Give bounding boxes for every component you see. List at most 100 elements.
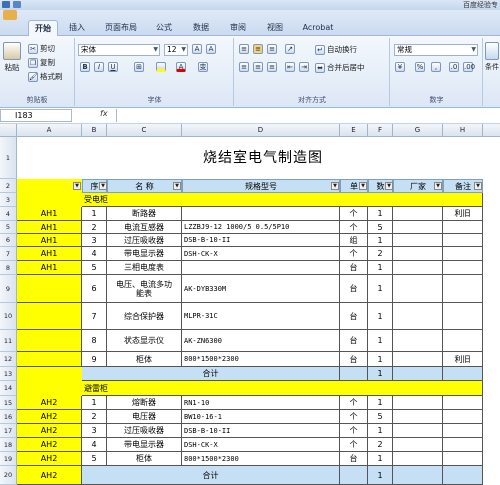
- phonetic-button[interactable]: 变: [198, 62, 208, 72]
- cell-vendor[interactable]: [393, 352, 443, 367]
- cell-note[interactable]: [443, 247, 483, 261]
- align-center-button[interactable]: ≡: [253, 62, 263, 72]
- cell-no[interactable]: 7: [82, 303, 107, 330]
- cell-unit[interactable]: 台: [340, 452, 368, 466]
- align-middle-button[interactable]: ≡: [253, 44, 263, 54]
- cell-vendor[interactable]: [393, 410, 443, 424]
- font-name-combo[interactable]: 宋体 ▼: [78, 44, 160, 56]
- cell-unit[interactable]: 台: [340, 352, 368, 367]
- bold-button[interactable]: B: [80, 62, 90, 72]
- select-all-corner[interactable]: [0, 124, 17, 137]
- row-header[interactable]: 12: [0, 352, 17, 367]
- cell-no[interactable]: 1: [82, 207, 107, 221]
- number-format-combo[interactable]: 常规 ▼: [394, 44, 478, 56]
- cell-name[interactable]: 带电显示器: [107, 247, 182, 261]
- filter-dropdown-icon[interactable]: ▼: [173, 182, 181, 190]
- cell-spec[interactable]: RN1-10: [182, 396, 340, 410]
- filter-dropdown-icon[interactable]: ▼: [99, 182, 107, 190]
- cell-spec[interactable]: DSH-CK-X: [182, 438, 340, 452]
- col-header-d[interactable]: D: [182, 124, 340, 137]
- tab-insert[interactable]: 插入: [64, 20, 90, 36]
- cell-cabinet-id[interactable]: AH2: [17, 466, 82, 485]
- cell-cabinet-id[interactable]: [17, 303, 82, 330]
- decrease-indent-button[interactable]: ⇤: [285, 62, 295, 72]
- col-header-f[interactable]: F: [368, 124, 393, 137]
- cell-qty[interactable]: 1: [368, 303, 393, 330]
- cell-name[interactable]: 带电显示器: [107, 438, 182, 452]
- row-header[interactable]: 19: [0, 452, 17, 466]
- cell-note[interactable]: [443, 452, 483, 466]
- cell-unit[interactable]: 个: [340, 247, 368, 261]
- cell-vendor[interactable]: [393, 424, 443, 438]
- save-icon[interactable]: [2, 1, 10, 8]
- currency-button[interactable]: ¥: [395, 62, 405, 72]
- subtotal-vendor-cell[interactable]: [393, 466, 443, 485]
- filter-dropdown-icon[interactable]: ▼: [474, 182, 482, 190]
- font-size-combo[interactable]: 12 ▼: [164, 44, 188, 56]
- tab-acrobat[interactable]: Acrobat: [298, 20, 338, 36]
- cell-no[interactable]: 8: [82, 330, 107, 352]
- cell-no[interactable]: 2: [82, 410, 107, 424]
- formula-input[interactable]: [116, 109, 500, 122]
- row-header[interactable]: 16: [0, 410, 17, 424]
- cell-no[interactable]: 5: [82, 452, 107, 466]
- col-header-b[interactable]: B: [82, 124, 107, 137]
- cell-unit[interactable]: 个: [340, 221, 368, 234]
- cell-no[interactable]: 3: [82, 424, 107, 438]
- shrink-font-button[interactable]: A: [206, 44, 216, 54]
- cell-name[interactable]: 综合保护器: [107, 303, 182, 330]
- fx-icon[interactable]: fx: [100, 109, 108, 118]
- cell-vendor[interactable]: [393, 221, 443, 234]
- cell-qty[interactable]: 1: [368, 261, 393, 275]
- cell-no[interactable]: 4: [82, 438, 107, 452]
- align-left-button[interactable]: ≡: [239, 62, 249, 72]
- cell-note[interactable]: [443, 438, 483, 452]
- cell-spec[interactable]: DSB-B-10-II: [182, 424, 340, 438]
- filter-dropdown-icon[interactable]: ▼: [359, 182, 367, 190]
- cell-no[interactable]: 9: [82, 352, 107, 367]
- cell-cabinet-id[interactable]: AH1: [17, 234, 82, 247]
- tab-formulas[interactable]: 公式: [151, 20, 177, 36]
- cell-unit[interactable]: 个: [340, 410, 368, 424]
- section-title[interactable]: 避雷柜: [82, 381, 483, 396]
- cell-spec[interactable]: LZZBJ9-12 1000/5 0.5/5P10: [182, 221, 340, 234]
- cell-spec[interactable]: AK-DYB330M: [182, 275, 340, 303]
- merge-center-button[interactable]: ⬌ 合并后居中: [315, 62, 365, 73]
- orientation-button[interactable]: ↗: [285, 44, 295, 54]
- col-header-c[interactable]: C: [107, 124, 182, 137]
- align-bottom-button[interactable]: ≡: [267, 44, 277, 54]
- row-header[interactable]: 17: [0, 424, 17, 438]
- cell-spec[interactable]: DSB-B-10-II: [182, 234, 340, 247]
- cell-name[interactable]: 断路器: [107, 207, 182, 221]
- subtotal-unit-cell[interactable]: [340, 466, 368, 485]
- cell-unit[interactable]: 台: [340, 261, 368, 275]
- underline-button[interactable]: U: [108, 62, 118, 72]
- align-right-button[interactable]: ≡: [267, 62, 277, 72]
- cell-cabinet-id[interactable]: AH2: [17, 410, 82, 424]
- comma-button[interactable]: ,: [431, 62, 441, 72]
- row-header[interactable]: 15: [0, 396, 17, 410]
- col-header-a[interactable]: A: [17, 124, 82, 137]
- border-button[interactable]: ⊞: [134, 62, 144, 72]
- col-header-g[interactable]: G: [393, 124, 443, 137]
- copy-button[interactable]: ❐ 复制: [28, 57, 55, 68]
- cell-no[interactable]: 1: [82, 396, 107, 410]
- increase-decimal-button[interactable]: .0: [449, 62, 459, 72]
- cell-note[interactable]: [443, 221, 483, 234]
- row-header[interactable]: 11: [0, 330, 17, 352]
- cell-no[interactable]: 3: [82, 234, 107, 247]
- tab-review[interactable]: 审阅: [225, 20, 251, 36]
- cell-no[interactable]: 2: [82, 221, 107, 234]
- cell-qty[interactable]: 2: [368, 438, 393, 452]
- italic-button[interactable]: I: [94, 62, 104, 72]
- cell-name[interactable]: 熔断器: [107, 396, 182, 410]
- cell-name[interactable]: 柜体: [107, 352, 182, 367]
- cell-vendor[interactable]: [393, 207, 443, 221]
- cell-cabinet-id[interactable]: AH2: [17, 452, 82, 466]
- cell-qty[interactable]: 2: [368, 247, 393, 261]
- tab-page-layout[interactable]: 页面布局: [101, 20, 141, 36]
- cell-qty[interactable]: 1: [368, 396, 393, 410]
- cell-note[interactable]: [443, 234, 483, 247]
- subtotal-vendor-cell[interactable]: [393, 367, 443, 381]
- cell-spec[interactable]: DSH-CK-X: [182, 247, 340, 261]
